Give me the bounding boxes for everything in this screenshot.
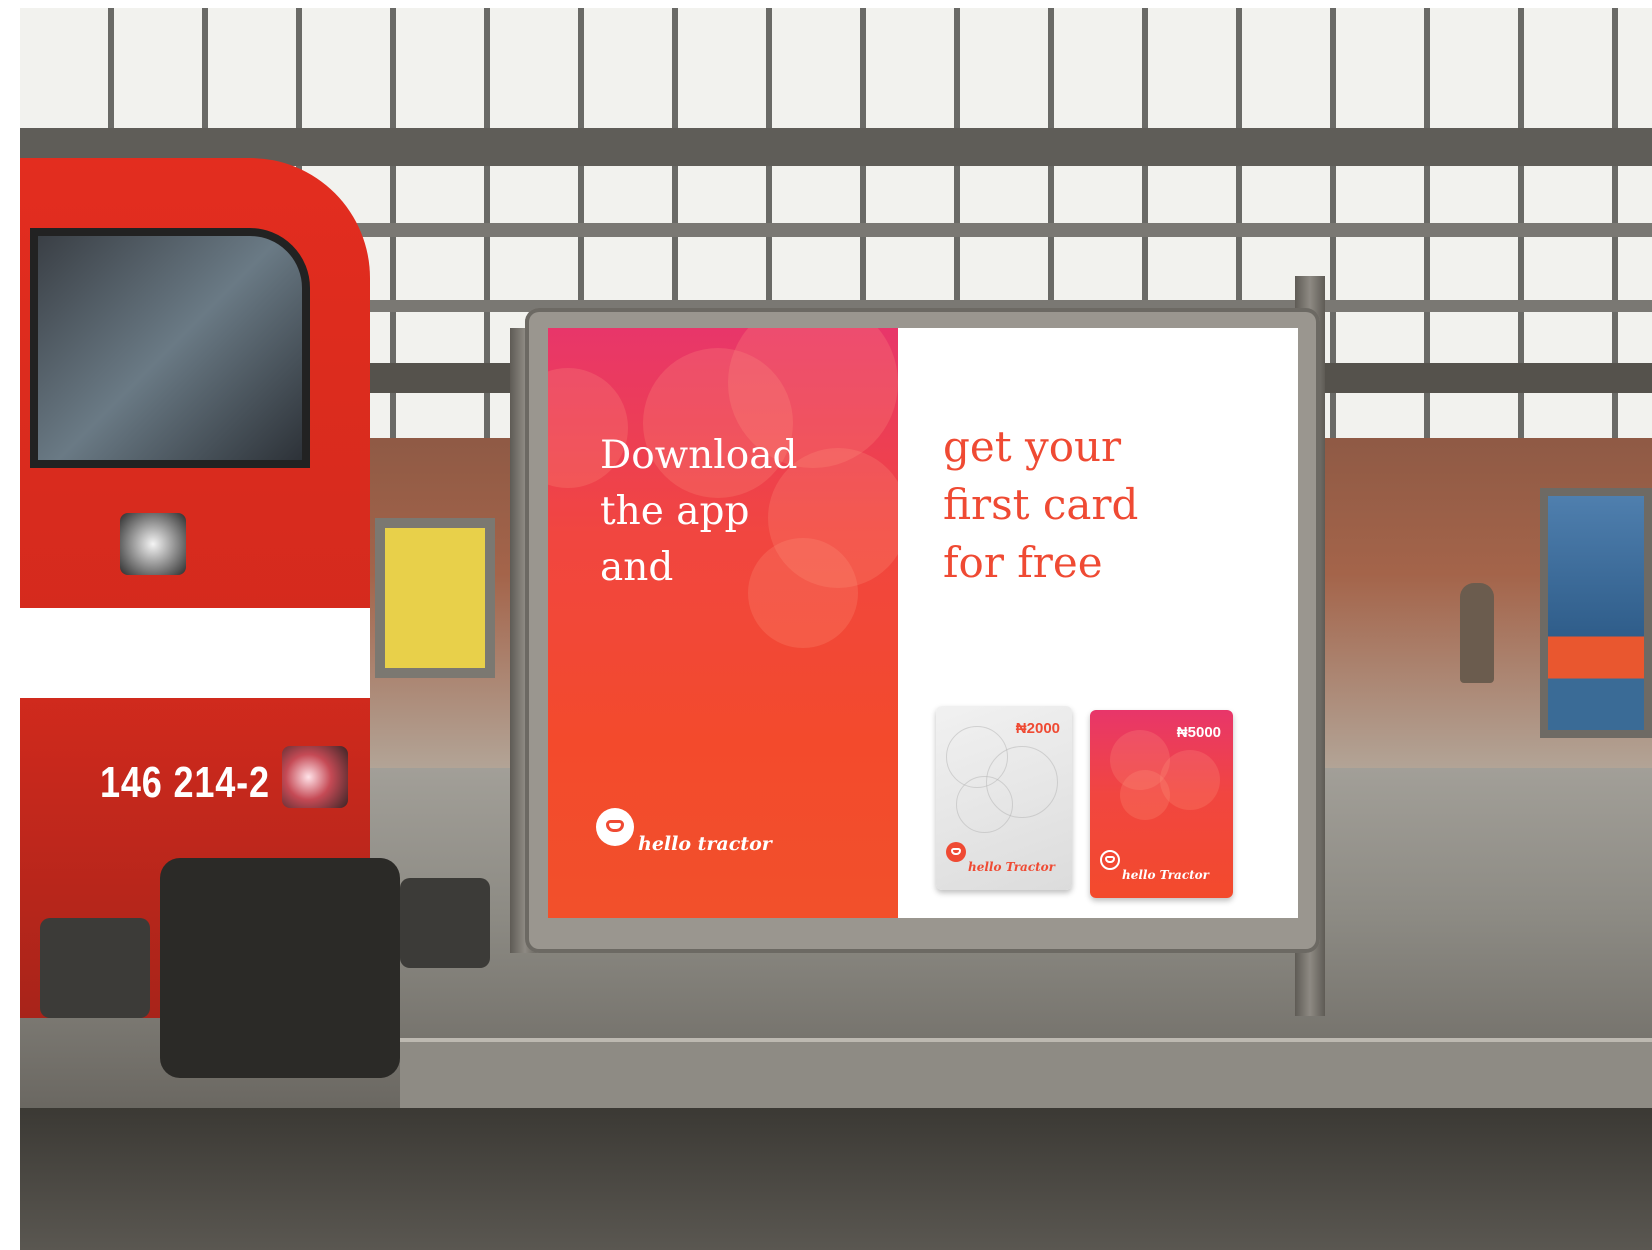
locomotive-headlight-icon [120,513,186,575]
billboard-poster: Download the app and hello tractor get y… [548,328,1298,918]
headline-line: for free [943,538,1103,587]
headline-line: the app [600,489,750,534]
background-poster [1540,488,1652,738]
brand-name: hello tractor [638,833,772,855]
locomotive-buffer [40,918,150,1018]
hello-tractor-logo-icon [1100,850,1120,870]
locomotive-taillight-icon [282,746,348,808]
locomotive-buffer [400,878,490,968]
card-brand: hello Tractor [1122,868,1209,882]
hello-tractor-logo-icon [596,808,634,846]
bubble-shape [956,776,1013,833]
red-locomotive: 146 214-2 [20,158,490,1250]
headline-line: get your [943,422,1122,471]
bubble-shape [1120,770,1170,820]
headline-line: and [600,545,674,590]
card-brand: hello Tractor [968,860,1055,874]
locomotive-number: 146 214-2 [100,758,270,807]
poster-headline-left: Download the app and [600,428,797,596]
poster-headline-right: get your first card for free [943,418,1138,592]
poster-left-panel: Download the app and hello tractor [548,328,898,918]
walking-person [1460,583,1494,683]
gift-card-2000: ₦2000 hello Tractor [936,706,1072,890]
locomotive-stripe [20,608,370,698]
person-photo-icon [1548,496,1644,730]
locomotive-windshield [30,228,310,468]
hello-tractor-logo-icon [946,842,966,862]
headline-line: Download [600,433,798,478]
card-value: ₦5000 [1176,724,1221,741]
gift-card-5000: ₦5000 hello Tractor [1090,710,1233,898]
card-value: ₦2000 [1015,720,1060,737]
headline-line: first card [943,480,1139,529]
locomotive-coupler [160,858,400,1078]
station-scene: 146 214-2 Download the app and hello tra… [20,8,1652,1250]
platform-edge [400,1038,1652,1108]
